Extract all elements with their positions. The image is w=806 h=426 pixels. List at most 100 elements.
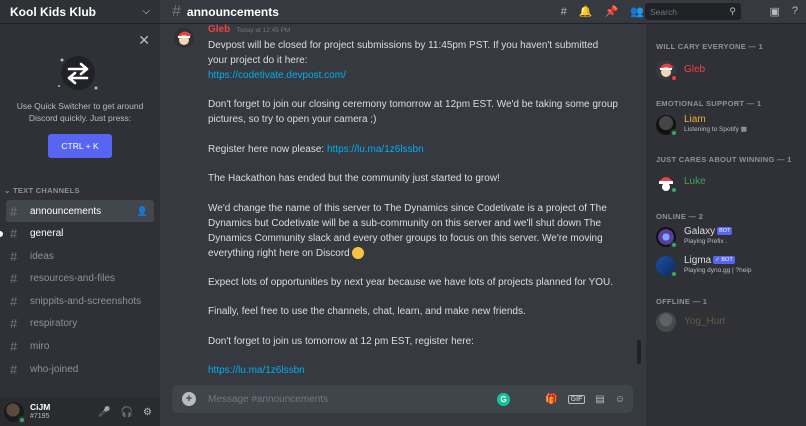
- gear-icon[interactable]: ⚙: [143, 407, 152, 418]
- message-text: Expect lots of opportunities by next yea…: [208, 276, 614, 288]
- status-online-icon: [670, 270, 678, 278]
- hash-icon: #: [10, 248, 18, 264]
- avatar: [656, 60, 678, 82]
- message-text: Register here now please:: [208, 143, 327, 155]
- emoji-picker-icon[interactable]: ☺: [615, 394, 625, 405]
- avatar: [656, 256, 678, 278]
- search-input[interactable]: Search ⚲: [645, 3, 741, 20]
- message-text: The Hackathon has ended but the communit…: [208, 173, 500, 185]
- channel-label: resources-and-files: [30, 273, 116, 285]
- avatar: [656, 115, 678, 137]
- username: CiJM: [30, 402, 51, 412]
- message-text: We'd change the name of this server to T…: [208, 202, 607, 259]
- channel-ideas[interactable]: # ideas: [6, 245, 154, 267]
- channel-label: who-joined: [30, 363, 79, 375]
- member-group-header: WILL CARY EVERYONE — 1: [656, 42, 764, 51]
- headphones-icon[interactable]: 🎧: [121, 407, 133, 418]
- message-link[interactable]: https://lu.ma/1z6lssbn: [327, 144, 424, 155]
- channel-header: # announcements # 🔔 📌 👥 Search ⚲ ▣ ?: [160, 0, 806, 24]
- channel-who-joined[interactable]: # who-joined: [6, 358, 154, 380]
- member-text: Gleb: [684, 65, 705, 75]
- gift-icon[interactable]: 🎁: [545, 394, 557, 405]
- member-text: Yog_Hurt: [684, 317, 725, 327]
- avatar[interactable]: [174, 28, 194, 48]
- quick-switcher-panel: ✕ Use Quick Switcher to get around Disco…: [0, 30, 160, 170]
- close-icon[interactable]: ✕: [138, 32, 150, 49]
- avatar[interactable]: [4, 402, 26, 424]
- member-group-header: JUST CARES ABOUT WINNING — 1: [656, 155, 792, 164]
- server-header[interactable]: Kool Kids Klub ⌵: [0, 0, 160, 24]
- category-text-channels[interactable]: ⌄ TEXT CHANNELS: [4, 186, 80, 195]
- channel-respiratory[interactable]: # respiratory: [6, 313, 154, 335]
- inbox-icon[interactable]: ▣: [769, 5, 779, 18]
- hash-icon: #: [10, 203, 18, 219]
- member-item-galaxy[interactable]: Galaxy BOT Playing Prefix .: [656, 223, 801, 251]
- gif-button[interactable]: GIF: [567, 394, 586, 404]
- channel-label: ideas: [30, 250, 54, 262]
- member-item-ligma[interactable]: Ligma ✓ BOT Playing dyno.gg | ?help: [656, 252, 801, 280]
- member-name-text: Galaxy: [684, 226, 716, 237]
- member-item-liam[interactable]: Liam Listening to Spotify ▩: [656, 111, 801, 139]
- channel-label: respiratory: [30, 318, 78, 330]
- header-right-tools: ▣ ?: [769, 5, 798, 18]
- channel-snippits-and-screenshots[interactable]: # snippits-and-screenshots: [6, 290, 154, 312]
- message-composer[interactable]: + Message #announcements G 🎁 GIF ▤ ☺: [172, 385, 633, 413]
- channel-miro[interactable]: # miro: [6, 336, 154, 358]
- category-label: TEXT CHANNELS: [12, 186, 80, 195]
- member-list: WILL CARY EVERYONE — 1 Gleb EMOTIONAL SU…: [646, 24, 806, 426]
- channel-label: general: [30, 228, 64, 240]
- channel-announcements[interactable]: # announcements 👤: [6, 200, 154, 222]
- hash-icon: #: [10, 271, 18, 287]
- message-paragraph: https://lu.ma/1z6lssbn: [208, 363, 618, 378]
- upload-plus-icon[interactable]: +: [182, 392, 196, 406]
- message-author[interactable]: Gleb: [208, 24, 230, 35]
- message-link[interactable]: https://lu.ma/1z6lssbn: [208, 365, 305, 376]
- member-text: Galaxy BOT Playing Prefix .: [684, 226, 733, 247]
- channel-sidebar: Kool Kids Klub ⌵ ✕ Use Quick Switcher to…: [0, 0, 160, 426]
- search-icon: ⚲: [729, 6, 736, 16]
- channel-general[interactable]: # general: [0, 223, 154, 245]
- user-names[interactable]: CiJM #7195: [30, 403, 50, 421]
- hash-icon: #: [10, 293, 18, 309]
- channel-label: snippits-and-screenshots: [30, 295, 142, 307]
- sticker-icon[interactable]: ▤: [595, 394, 604, 405]
- add-user-icon[interactable]: 👤: [137, 206, 148, 217]
- avatar: [656, 312, 676, 332]
- channel-resources-and-files[interactable]: # resources-and-files: [6, 268, 154, 290]
- member-item-yog-hurt[interactable]: Yog_Hurt: [656, 308, 801, 336]
- user-tag: #7195: [30, 413, 50, 420]
- quick-switcher-illustration: [58, 56, 98, 90]
- bell-icon[interactable]: 🔔: [579, 5, 593, 18]
- smirk-emoji-icon: [351, 246, 364, 259]
- message-link[interactable]: https://codetivate.devpost.com/: [208, 70, 346, 81]
- message-header: Gleb Today at 12:45 PM: [208, 24, 290, 35]
- member-item-luke[interactable]: Luke: [656, 168, 801, 196]
- spotify-icon: ▩: [740, 126, 747, 133]
- hash-icon: #: [10, 226, 18, 242]
- member-activity: Playing Prefix .: [684, 238, 728, 245]
- help-icon[interactable]: ?: [792, 5, 798, 18]
- channel-label: miro: [30, 341, 50, 353]
- message-text: Don't forget to join us tomorrow at 12 p…: [208, 335, 474, 347]
- member-name: Galaxy BOT: [684, 226, 733, 237]
- status-online-icon: [670, 186, 678, 194]
- user-controls: 🎤 🎧 ⚙: [98, 407, 152, 418]
- quick-switcher-button[interactable]: CTRL + K: [48, 134, 112, 158]
- member-text: Luke: [684, 177, 706, 187]
- threads-icon[interactable]: #: [561, 6, 567, 18]
- user-panel: CiJM #7195 🎤 🎧 ⚙: [0, 398, 160, 426]
- grammarly-icon[interactable]: G: [497, 392, 510, 406]
- member-list-icon[interactable]: 👥: [630, 5, 644, 18]
- bot-badge: BOT: [717, 227, 733, 236]
- scrollbar-thumb[interactable]: [637, 340, 641, 364]
- member-name: Yog_Hurt: [684, 316, 726, 327]
- chevron-down-icon[interactable]: ⌵: [142, 6, 150, 17]
- message-paragraph: We'd change the name of this server to T…: [208, 201, 618, 261]
- member-text: Liam Listening to Spotify ▩: [684, 115, 747, 135]
- member-item-gleb[interactable]: Gleb: [656, 56, 801, 84]
- message-paragraph: Register here now please: https://lu.ma/…: [208, 142, 618, 157]
- message-list[interactable]: Gleb Today at 12:45 PM Devpost will be c…: [160, 24, 644, 386]
- composer-tools: 🎁 GIF ▤ ☺: [545, 394, 625, 405]
- mic-muted-icon[interactable]: 🎤: [98, 407, 110, 418]
- pin-icon[interactable]: 📌: [605, 5, 619, 18]
